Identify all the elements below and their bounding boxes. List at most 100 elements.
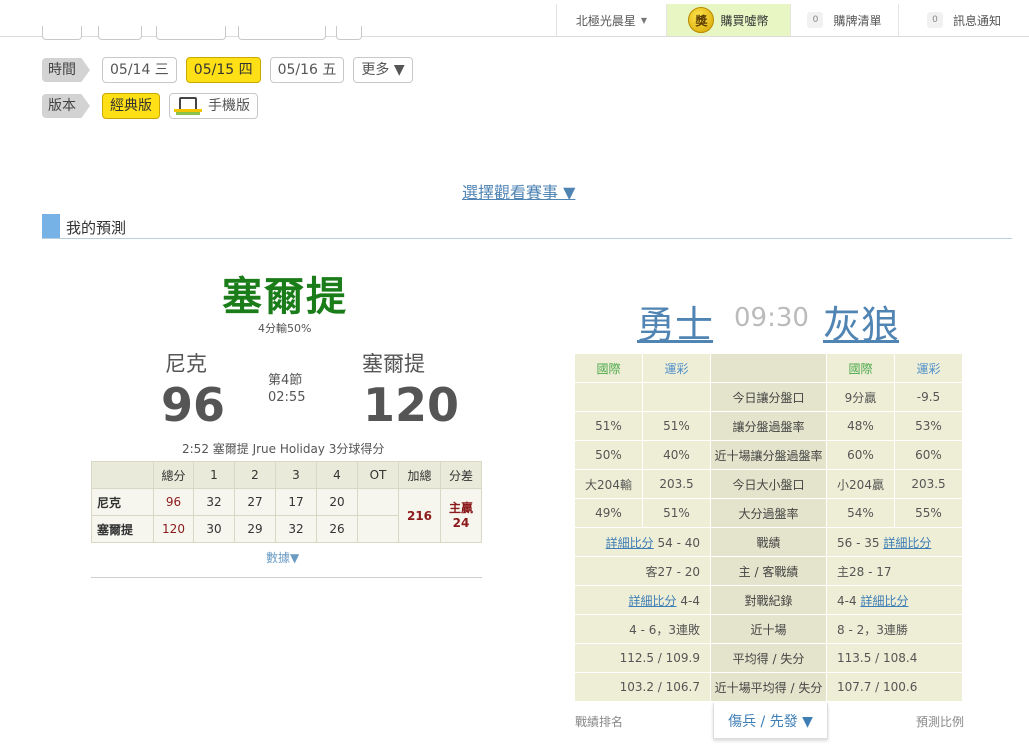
stat-label: 近十場 [710,614,827,644]
hidden-row-edge [238,26,326,40]
hidden-row-edge [336,26,362,40]
column-header: 國際 [574,353,643,383]
stat-label: 主 / 客戰績 [710,556,827,586]
stat-label: 讓分盤過盤率 [710,411,827,441]
detail-scores-link[interactable]: 詳細比分 [629,594,677,608]
detail-scores-link[interactable]: 詳細比分 [883,536,931,550]
stat-cell: 113.5 / 108.4 [826,643,963,673]
predicted-team: 塞爾提 [222,274,348,320]
stats-toggle-link[interactable]: 數據▼ [266,549,299,566]
prediction-ratio-link[interactable]: 預測比例 [916,713,964,730]
stat-cell: 大204輸 [574,469,643,499]
quarter-cell: 32 [193,488,235,516]
table-row: 49% 51% 大分過盤率 54% 55% [574,498,963,528]
notifications-label: 訊息通知 [952,13,1001,28]
column-header: 總分 [153,461,194,489]
stat-cell: 主28 - 17 [826,556,963,586]
record-right: 56 - 35 詳細比分 [826,527,963,557]
purchase-list-button[interactable]: 0 購牌清單 [790,4,898,36]
table-row: 客27 - 20 主 / 客戰績 主28 - 17 [574,556,963,586]
time-filter-row: 時間 05/14 三 05/15 四 05/16 五 更多 ▼ [42,57,422,83]
diff-label: 主贏 [448,500,473,515]
injuries-lineup-tab[interactable]: 傷兵 / 先發 ▼ [713,703,828,739]
hidden-row-edge [42,26,82,40]
mobile-version-button[interactable]: 手機版 [169,93,258,119]
stat-label: 近十場平均得 / 失分 [710,672,827,702]
section-title: 我的預測 [66,219,127,237]
record-value: 54 - 40 [657,535,701,550]
table-header-row: 總分 1 2 3 4 OT 加總 分差 [91,461,482,489]
quarter-cell: 17 [275,488,317,516]
away-team-score: 96 [161,378,226,432]
prediction-spread: 4分輸50% [258,322,312,335]
stat-label: 大分過盤率 [710,498,827,528]
stat-cell: 107.7 / 100.6 [826,672,963,702]
ot-cell [357,515,399,543]
classic-version-button[interactable]: 經典版 [102,93,160,119]
home-team-name: 塞爾提 [362,352,425,376]
game-period: 第4節 [268,373,303,388]
table-row: 51% 51% 讓分盤過盤率 48% 53% [574,411,963,441]
version-tag: 版本 [42,94,90,118]
table-row: 103.2 / 106.7 近十場平均得 / 失分 107.7 / 100.6 [574,672,963,702]
stat-label: 對戰紀錄 [710,585,827,615]
sum-cell: 216 [398,488,441,543]
detail-scores-link[interactable]: 詳細比分 [860,594,908,608]
buy-coin-label: 購買噓幣 [720,13,769,28]
stat-label: 今日讓分盤口 [710,382,827,412]
diff-value: 24 [452,515,470,530]
total-cell: 96 [153,488,194,516]
user-menu[interactable]: 北極光晨星 ▼ [556,4,666,36]
notifications-button[interactable]: 0 訊息通知 [898,4,1029,36]
team-cell: 塞爾提 [91,515,154,543]
table-row: 4 - 6，3連敗 近十場 8 - 2，3連勝 [574,614,963,644]
column-header: 1 [193,461,235,489]
stat-cell: 50% [574,440,643,470]
detail-scores-link[interactable]: 詳細比分 [606,536,654,550]
team-cell: 尼克 [91,488,154,516]
box-score-table: 總分 1 2 3 4 OT 加總 分差 尼克 96 32 27 17 20 21… [91,461,482,543]
standings-link[interactable]: 戰績排名 [575,713,623,730]
phone-icon [174,95,202,117]
date-option-selected[interactable]: 05/15 四 [185,57,261,83]
stat-cell: 小204贏 [826,469,895,499]
stat-cell: 112.5 / 109.9 [574,643,711,673]
buy-coin-button[interactable]: 獎 購買噓幣 [666,4,790,36]
date-option[interactable]: 05/16 五 [269,57,345,83]
h2h-value: 4-4 [837,593,857,608]
section-header: 我的預測 [42,213,1012,239]
stat-label: 今日大小盤口 [710,469,827,499]
column-header: OT [357,461,399,489]
ot-cell [357,488,399,516]
column-header: 加總 [398,461,441,489]
h2h-left: 詳細比分 4-4 [574,585,711,615]
diff-cell: 主贏 24 [440,488,482,543]
table-row: 尼克 96 32 27 17 20 216 主贏 24 [91,488,482,543]
column-header [710,353,827,383]
section-marker [42,214,60,238]
stat-cell: 60% [894,440,963,470]
stat-cell: 8 - 2，3連勝 [826,614,963,644]
column-header: 國際 [826,353,895,383]
more-dates-button[interactable]: 更多 ▼ [353,57,413,83]
record-left: 詳細比分 54 - 40 [574,527,711,557]
stat-cell: 49% [574,498,643,528]
time-tag: 時間 [42,58,90,82]
notification-count-badge: 0 [926,12,943,28]
stat-label: 近十場讓分盤過盤率 [710,440,827,470]
away-team-name: 尼克 [165,352,207,376]
stat-cell: 40% [642,440,711,470]
right-team-link[interactable]: 灰狼 [823,294,899,349]
stat-cell: 60% [826,440,895,470]
latest-play: 2:52 塞爾提 Jrue Holiday 3分球得分 [182,442,385,456]
stat-cell [642,382,711,412]
divider [91,577,482,578]
left-team-link[interactable]: 勇士 [637,294,713,349]
stat-cell: 4 - 6，3連敗 [574,614,711,644]
column-header: 4 [316,461,358,489]
select-games-link[interactable]: 選擇觀看賽事 ▼ [462,179,575,203]
stat-label: 戰績 [710,527,827,557]
table-row: 今日讓分盤口 9分贏 -9.5 [574,382,963,412]
stat-cell: 53% [894,411,963,441]
date-option[interactable]: 05/14 三 [102,57,177,83]
